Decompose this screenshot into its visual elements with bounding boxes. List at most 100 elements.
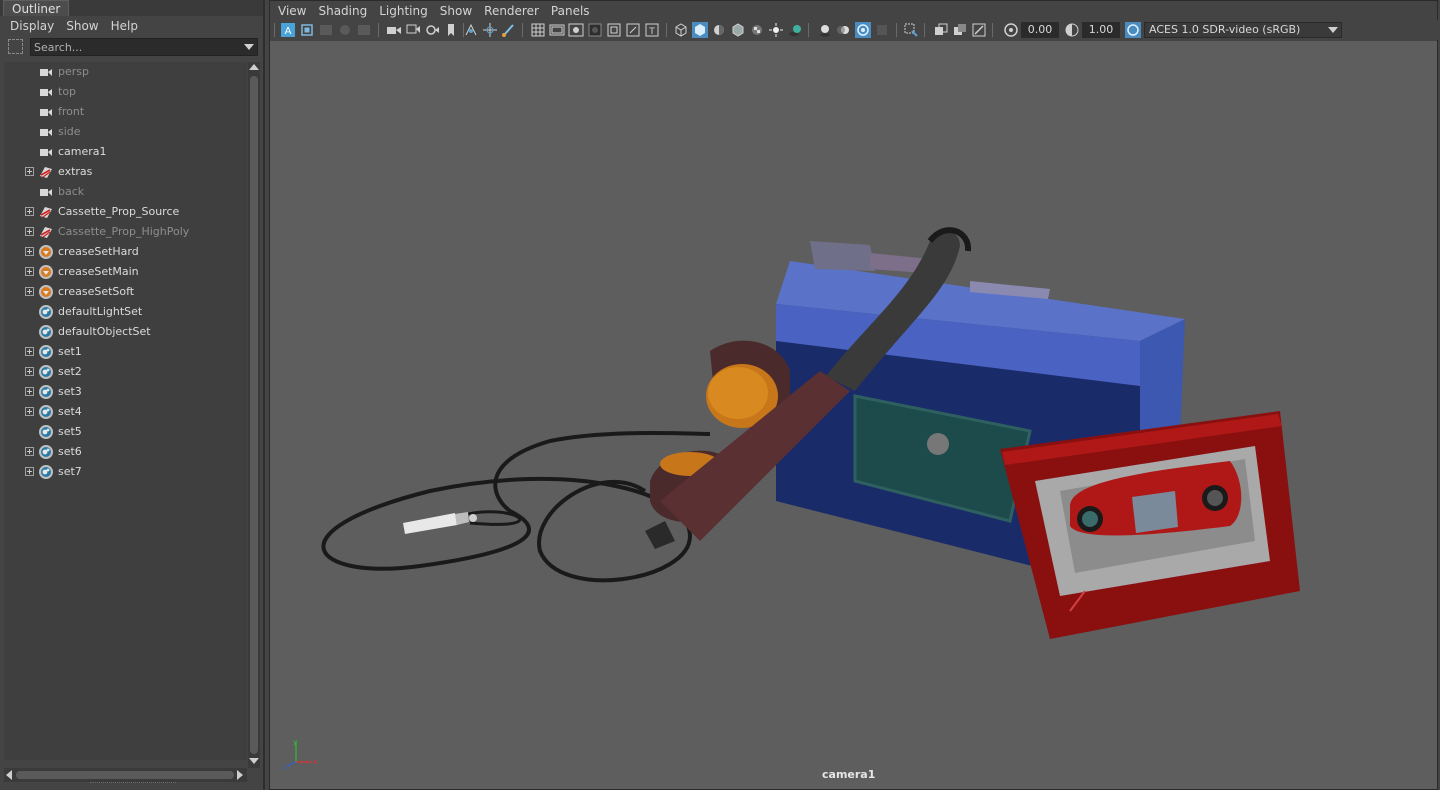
expand-plus-icon[interactable] (25, 167, 34, 176)
outliner-item[interactable]: back (4, 182, 247, 202)
menu-lighting[interactable]: Lighting (373, 4, 434, 18)
grid-toggle-icon[interactable] (530, 22, 546, 38)
grid-snap-icon[interactable] (463, 22, 479, 38)
scroll-left-arrow-icon[interactable] (6, 770, 12, 780)
scroll-thumb[interactable] (250, 76, 258, 754)
outliner-item[interactable]: Cassette_Prop_Source (4, 202, 247, 222)
outliner-item[interactable]: side (4, 122, 247, 142)
outliner-item[interactable]: set5 (4, 422, 247, 442)
outliner-item[interactable]: set6 (4, 442, 247, 462)
isolate-select-icon[interactable] (903, 22, 919, 38)
menu-help[interactable]: Help (105, 19, 144, 33)
expand-plus-icon[interactable] (25, 247, 34, 256)
smooth-shade-cube-icon[interactable] (692, 22, 708, 38)
bookmark-icon[interactable] (318, 22, 334, 38)
screen-space-ao-icon[interactable] (817, 22, 833, 38)
exposure-field[interactable]: 0.00 (1021, 22, 1059, 38)
expand-plus-icon[interactable] (25, 287, 34, 296)
image-plane-icon[interactable] (337, 22, 353, 38)
menu-shading[interactable]: Shading (312, 4, 373, 18)
depth-of-field-icon[interactable] (874, 22, 890, 38)
xray-joints-icon[interactable] (952, 22, 968, 38)
resolution-gate-icon[interactable] (568, 22, 584, 38)
menu-renderer[interactable]: Renderer (478, 4, 545, 18)
outliner-tab[interactable]: Outliner (3, 0, 70, 16)
outliner-item[interactable]: defaultLightSet (4, 302, 247, 322)
outliner-item-label: creaseSetSoft (58, 285, 135, 298)
lights-icon[interactable] (768, 22, 784, 38)
exposure-icon[interactable] (1003, 22, 1019, 38)
camera-attributes-icon[interactable] (386, 22, 402, 38)
outliner-item[interactable]: creaseSetSoft (4, 282, 247, 302)
paint-brush-icon[interactable] (501, 22, 517, 38)
wireframe-cube-icon[interactable] (673, 22, 689, 38)
outliner-item[interactable]: persp (4, 62, 247, 82)
xray-components-icon[interactable] (971, 22, 987, 38)
menu-display[interactable]: Display (4, 19, 60, 33)
film-gate-icon[interactable] (549, 22, 565, 38)
menu-panels[interactable]: Panels (545, 4, 596, 18)
safe-title-icon[interactable]: T (644, 22, 660, 38)
select-camera-icon[interactable]: A (280, 22, 296, 38)
expand-plus-icon[interactable] (25, 367, 34, 376)
expand-plus-icon[interactable] (25, 407, 34, 416)
scroll-down-arrow-icon[interactable] (249, 758, 259, 764)
outliner-item[interactable]: set1 (4, 342, 247, 362)
motion-blur-icon[interactable] (836, 22, 852, 38)
scroll-right-arrow-icon[interactable] (237, 770, 243, 780)
outliner-item[interactable]: Cassette_Prop_HighPoly (4, 222, 247, 242)
outliner-item[interactable]: creaseSetHard (4, 242, 247, 262)
scroll-thumb[interactable] (16, 771, 234, 779)
view-transform-dropdown[interactable]: ACES 1.0 SDR-video (sRGB) (1144, 22, 1342, 38)
outliner-item[interactable]: set4 (4, 402, 247, 422)
default-material-icon[interactable] (711, 22, 727, 38)
expand-plus-icon[interactable] (25, 387, 34, 396)
gate-mask-icon[interactable] (587, 22, 603, 38)
outliner-vertical-scrollbar[interactable] (248, 62, 260, 768)
safe-action-icon[interactable] (625, 22, 641, 38)
image-plane-toggle-icon[interactable] (405, 22, 421, 38)
outliner-item[interactable]: set7 (4, 462, 247, 482)
outliner-item[interactable]: front (4, 102, 247, 122)
panel-resize-grip[interactable] (90, 782, 176, 785)
outliner-item[interactable]: creaseSetMain (4, 262, 247, 282)
expand-plus-icon[interactable] (25, 347, 34, 356)
gamma-icon[interactable] (1064, 22, 1080, 38)
expand-plus-icon[interactable] (25, 267, 34, 276)
search-options-chevron-down-icon[interactable] (244, 44, 254, 50)
checker-icon[interactable] (749, 22, 765, 38)
outliner-horizontal-scrollbar[interactable] (4, 768, 247, 782)
expand-plus-icon[interactable] (25, 467, 34, 476)
expand-plus-icon[interactable] (25, 227, 34, 236)
pivot-icon[interactable] (482, 22, 498, 38)
outliner-item[interactable]: set2 (4, 362, 247, 382)
menu-view[interactable]: View (272, 4, 312, 18)
anti-aliasing-icon[interactable] (855, 22, 871, 38)
menu-show[interactable]: Show (60, 19, 104, 33)
outliner-item[interactable]: set3 (4, 382, 247, 402)
maya-main-window: Outliner Display Show Help persp top front… (0, 0, 1440, 790)
two-d-pan-zoom-icon[interactable] (356, 22, 372, 38)
color-management-icon[interactable] (1125, 22, 1141, 38)
headphone-cable (321, 430, 711, 583)
viewport-3d-scene[interactable]: y x z camera1 (270, 41, 1437, 789)
field-chart-icon[interactable] (606, 22, 622, 38)
menu-show[interactable]: Show (434, 4, 478, 18)
expand-plus-icon[interactable] (25, 207, 34, 216)
outliner-item[interactable]: extras (4, 162, 247, 182)
gamma-field[interactable]: 1.00 (1082, 22, 1120, 38)
shadows-icon[interactable] (787, 22, 803, 38)
textured-icon[interactable] (730, 22, 746, 38)
search-input[interactable] (30, 38, 258, 56)
xray-icon[interactable] (933, 22, 949, 38)
frame-selection-icon[interactable] (299, 22, 315, 38)
outliner-item[interactable]: defaultObjectSet (4, 322, 247, 342)
view-transform-chevron-down-icon[interactable] (1325, 22, 1341, 38)
outliner-item[interactable]: camera1 (4, 142, 247, 162)
outliner-item[interactable]: top (4, 82, 247, 102)
bookmark-flag-icon[interactable] (443, 22, 459, 38)
expand-plus-icon[interactable] (25, 447, 34, 456)
filter-icon[interactable] (8, 39, 23, 54)
scroll-up-arrow-icon[interactable] (249, 64, 259, 70)
grease-pencil-icon[interactable] (424, 22, 440, 38)
